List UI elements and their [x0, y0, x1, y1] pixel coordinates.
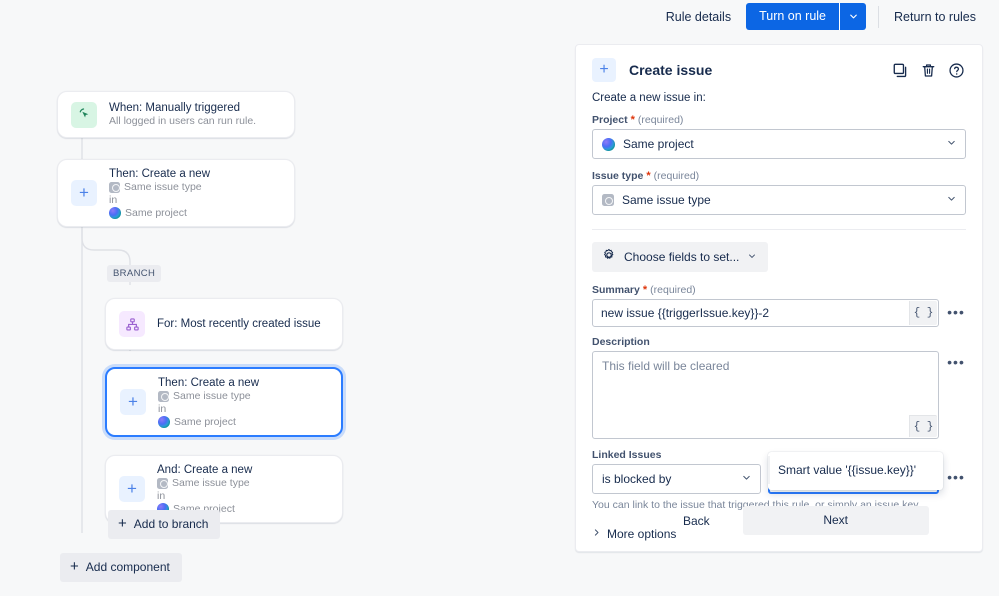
- description-textarea[interactable]: This field will be cleared { }: [592, 351, 939, 439]
- link-type-select[interactable]: is blocked by: [592, 464, 761, 494]
- turn-on-rule-group: Turn on rule: [746, 3, 867, 30]
- smart-value-button[interactable]: { }: [909, 415, 937, 437]
- panel-header-actions: [891, 61, 966, 80]
- create-issue-2-issuetype: Same issue type: [173, 389, 251, 402]
- link-type-value: is blocked by: [602, 472, 672, 486]
- smart-value-suggestion-dropdown: Smart value '{{issue.key}}': [768, 452, 943, 490]
- create-issue-2-title: Then: Create a new: [158, 376, 260, 389]
- create-issue-1-text: Then: Create a new Same issue type in Sa…: [109, 167, 222, 220]
- issue-type-select[interactable]: Same issue type: [592, 185, 966, 215]
- branch-for-text: For: Most recently created issue: [157, 318, 333, 330]
- trigger-node-text: When: Manually triggered All logged in u…: [109, 101, 268, 128]
- create-issue-1-issuetype-row: Same issue type: [109, 181, 210, 194]
- chevron-down-icon: [946, 193, 957, 207]
- project-avatar-icon: [109, 207, 121, 219]
- issue-type-icon: [602, 194, 614, 206]
- canvas-node-create-issue-1[interactable]: + Then: Create a new Same issue type in …: [57, 159, 295, 227]
- trigger-node-title: When: Manually triggered: [109, 102, 241, 114]
- linked-issues-more-menu[interactable]: •••: [946, 464, 966, 490]
- add-to-branch-button[interactable]: + Add to branch: [108, 510, 221, 539]
- help-icon[interactable]: [947, 61, 966, 80]
- description-more-menu[interactable]: •••: [946, 351, 966, 373]
- return-to-rules-link[interactable]: Return to rules: [890, 5, 980, 29]
- create-issue-1-project-row: Same project: [109, 207, 210, 220]
- plus-icon: +: [120, 389, 146, 415]
- plus-icon: +: [70, 558, 79, 575]
- create-issue-3-title: And: Create a new: [157, 463, 253, 476]
- project-avatar-icon: [602, 137, 615, 151]
- project-select-value: Same project: [623, 137, 694, 151]
- add-to-branch-label: Add to branch: [133, 517, 209, 531]
- panel-divider: [592, 229, 966, 230]
- create-issue-1-connector: in: [109, 193, 118, 206]
- project-field-label: Project * (required): [592, 114, 684, 126]
- create-issue-3-text: And: Create a new Same issue type in Sam…: [157, 463, 264, 516]
- create-issue-2-project: Same project: [174, 415, 236, 428]
- issue-type-icon: [109, 181, 120, 193]
- panel-title: Create issue: [629, 62, 713, 78]
- trigger-node-subtitle: All logged in users can run rule.: [109, 115, 257, 127]
- create-issue-1-project: Same project: [125, 206, 187, 219]
- create-issue-1-title: Then: Create a new: [109, 167, 211, 180]
- description-field-label: Description: [592, 336, 650, 348]
- sitemap-icon: [119, 311, 145, 337]
- project-select[interactable]: Same project: [592, 129, 966, 159]
- canvas-node-branch-for[interactable]: For: Most recently created issue: [105, 298, 343, 350]
- panel-footer: Back Next: [576, 506, 982, 551]
- turn-on-rule-button[interactable]: Turn on rule: [746, 3, 840, 30]
- branch-for-title: For: Most recently created issue: [157, 318, 321, 330]
- branch-label: BRANCH: [107, 265, 162, 282]
- plus-icon: +: [71, 180, 97, 206]
- canvas-node-trigger[interactable]: When: Manually triggered All logged in u…: [57, 91, 295, 138]
- create-issue-3-issuetype-row: Same issue type: [157, 477, 252, 490]
- rule-canvas: When: Manually triggered All logged in u…: [0, 33, 575, 596]
- add-component-label: Add component: [85, 560, 170, 574]
- create-issue-2-project-row: Same project: [158, 416, 259, 429]
- create-issue-1-issuetype: Same issue type: [124, 180, 202, 193]
- create-issue-2-issuetype-row: Same issue type: [158, 390, 259, 403]
- project-avatar-icon: [158, 416, 170, 428]
- summary-input[interactable]: new issue {{triggerIssue.key}}-2 { }: [592, 299, 939, 327]
- cursor-click-icon: [71, 101, 97, 128]
- summary-input-value: new issue {{triggerIssue.key}}-2: [601, 306, 770, 320]
- create-issue-2-text: Then: Create a new Same issue type in Sa…: [158, 376, 271, 429]
- chevron-down-icon: [946, 137, 957, 151]
- plus-icon: +: [118, 515, 127, 532]
- chevron-down-icon: [741, 472, 752, 486]
- create-issue-3-connector: in: [157, 489, 166, 502]
- summary-more-menu[interactable]: •••: [946, 299, 966, 325]
- panel-intro-text: Create a new issue in:: [592, 92, 706, 104]
- top-action-bar: Rule details Turn on rule Return to rule…: [0, 0, 999, 33]
- duplicate-icon[interactable]: [891, 61, 910, 80]
- smart-value-button[interactable]: { }: [909, 301, 937, 325]
- summary-field-label: Summary * (required): [592, 284, 696, 296]
- issue-type-select-value: Same issue type: [622, 193, 711, 207]
- canvas-node-create-issue-2[interactable]: + Then: Create a new Same issue type in …: [105, 367, 343, 437]
- chevron-down-icon: [849, 14, 857, 19]
- description-field-row: This field will be cleared { } •••: [592, 351, 966, 439]
- turn-on-rule-dropdown-button[interactable]: [839, 3, 867, 30]
- gear-icon: [602, 248, 616, 265]
- summary-field-row: new issue {{triggerIssue.key}}-2 { } •••: [592, 299, 966, 327]
- plus-icon: +: [592, 58, 616, 82]
- chevron-down-icon: [747, 250, 757, 264]
- choose-fields-label: Choose fields to set...: [624, 249, 740, 264]
- rule-details-link[interactable]: Rule details: [662, 5, 735, 29]
- trash-icon[interactable]: [919, 61, 938, 80]
- choose-fields-button[interactable]: Choose fields to set...: [592, 242, 769, 272]
- create-issue-2-connector: in: [158, 402, 167, 415]
- plus-icon: +: [119, 476, 145, 502]
- issue-type-icon: [157, 477, 168, 489]
- toolbar-divider: [878, 5, 880, 28]
- back-button[interactable]: Back: [669, 508, 724, 534]
- issue-type-field-label: Issue type * (required): [592, 170, 700, 182]
- smart-value-suggestion-item[interactable]: Smart value '{{issue.key}}': [768, 456, 943, 484]
- panel-header: + Create issue: [576, 45, 982, 82]
- add-component-button[interactable]: + Add component: [60, 553, 182, 582]
- next-button[interactable]: Next: [742, 506, 929, 535]
- description-textarea-value: This field will be cleared: [602, 359, 730, 373]
- create-issue-3-issuetype: Same issue type: [172, 476, 250, 489]
- issue-type-icon: [158, 390, 169, 402]
